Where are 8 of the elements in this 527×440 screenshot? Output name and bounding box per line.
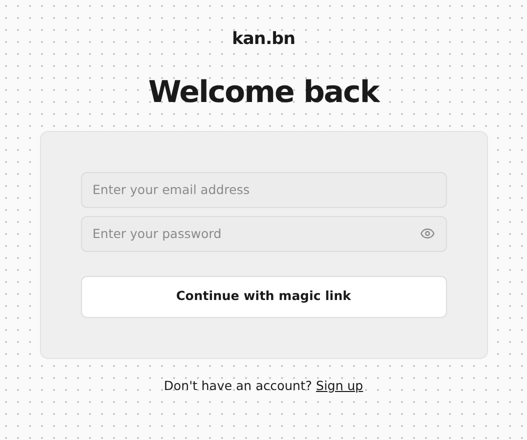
email-field[interactable]: Enter your email address — [80, 172, 446, 208]
magic-link-button[interactable]: Continue with magic link — [80, 276, 446, 318]
logo: kan.bn — [232, 28, 296, 51]
signup-prompt: Don't have an account? — [164, 376, 312, 394]
page-heading: Welcome back — [148, 74, 379, 112]
show-password-icon[interactable] — [420, 226, 434, 240]
password-field[interactable]: Enter your password — [80, 216, 446, 252]
signup-link[interactable]: Sign up — [316, 376, 364, 396]
